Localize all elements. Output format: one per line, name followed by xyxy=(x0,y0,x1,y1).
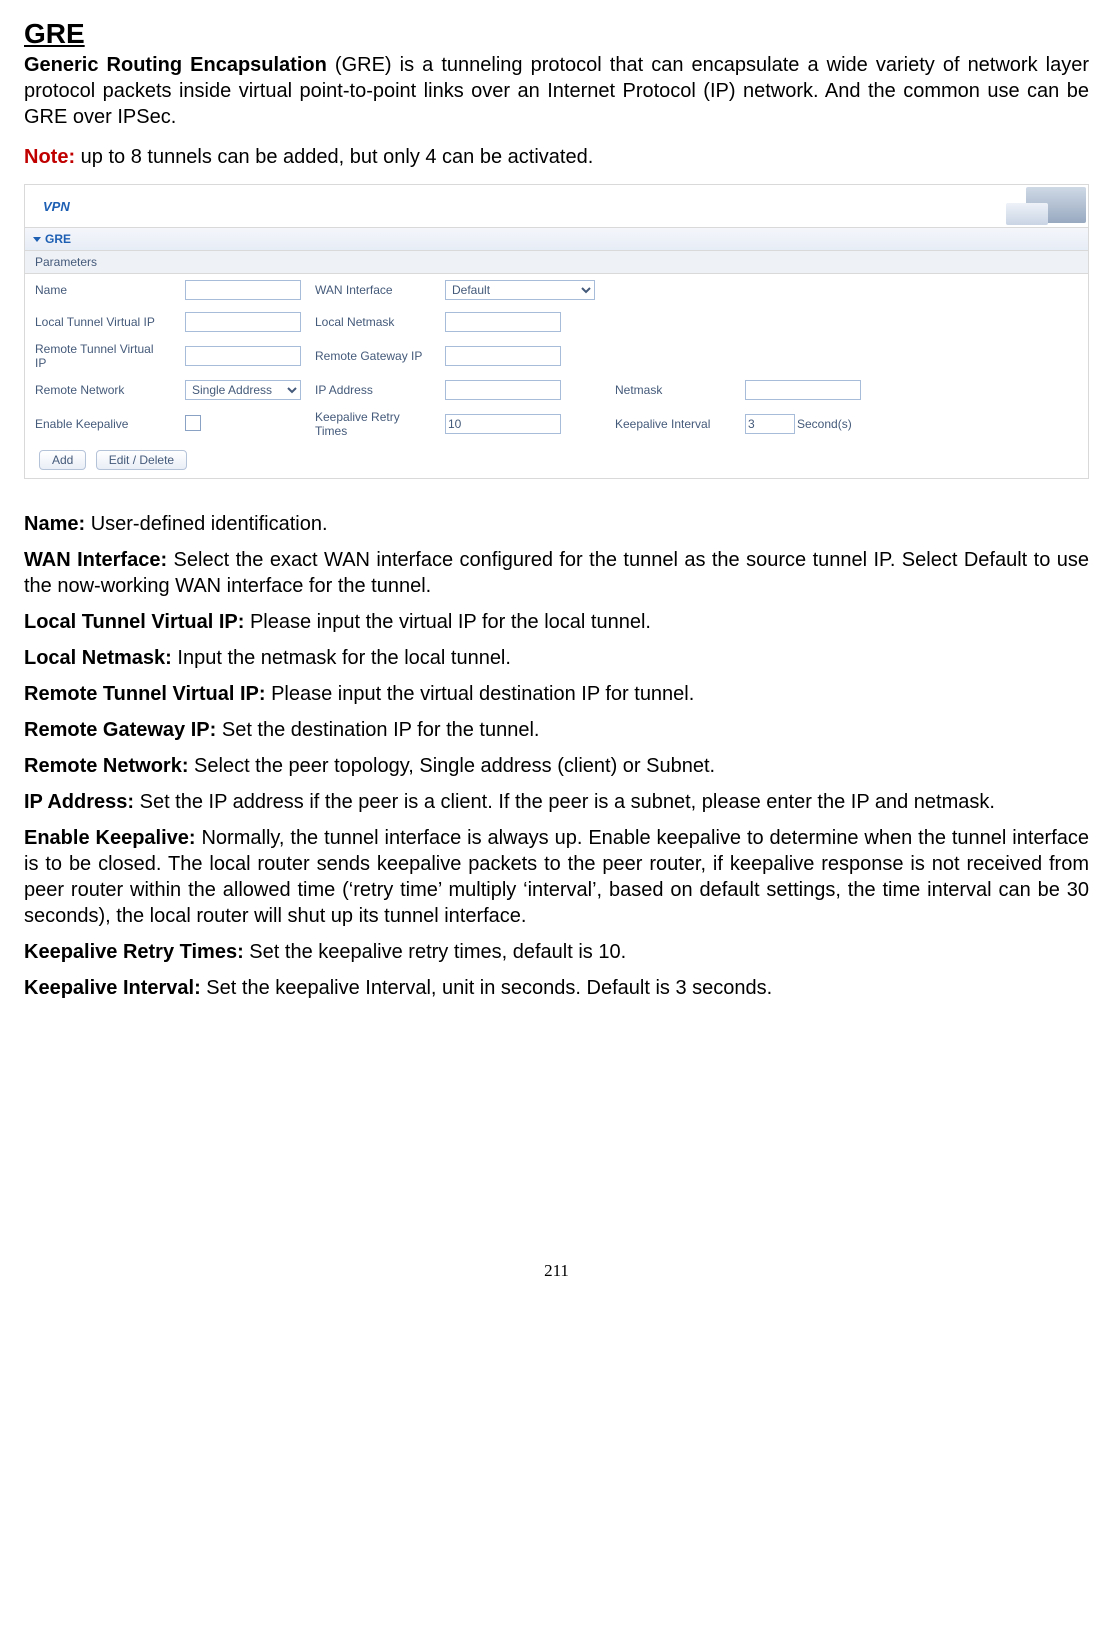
row-name: Name WAN Interface Default xyxy=(25,274,1088,306)
keepalive-retry-field[interactable] xyxy=(445,414,561,434)
desc-remote-network: Remote Network: Select the peer topology… xyxy=(24,753,1089,779)
label-local-tunnel-ip: Local Tunnel Virtual IP xyxy=(25,306,175,338)
local-netmask-field[interactable] xyxy=(445,312,561,332)
intro-paragraph: Generic Routing Encapsulation (GRE) is a… xyxy=(24,52,1089,130)
desc-ip-address: IP Address: Set the IP address if the pe… xyxy=(24,789,1089,815)
label-ip-address: IP Address xyxy=(305,374,435,406)
note-line: Note: up to 8 tunnels can be added, but … xyxy=(24,144,1089,170)
label-netmask: Netmask xyxy=(605,374,735,406)
page-heading: GRE xyxy=(24,18,1089,50)
label-remote-gateway-ip: Remote Gateway IP xyxy=(305,338,435,374)
add-button[interactable]: Add xyxy=(39,450,86,470)
note-text: up to 8 tunnels can be added, but only 4… xyxy=(75,146,593,168)
parameters-header: Parameters xyxy=(25,251,1088,274)
label-name: Name xyxy=(25,274,175,306)
desc-enable-keepalive: Enable Keepalive: Normally, the tunnel i… xyxy=(24,825,1089,929)
desc-name: Name: User-defined identification. xyxy=(24,511,1089,537)
remote-gateway-ip-field[interactable] xyxy=(445,346,561,366)
desc-remote-gateway-ip: Remote Gateway IP: Set the destination I… xyxy=(24,717,1089,743)
local-tunnel-ip-field[interactable] xyxy=(185,312,301,332)
keepalive-interval-field[interactable] xyxy=(745,414,795,434)
label-wan-interface: WAN Interface xyxy=(305,274,435,306)
button-row: Add Edit / Delete xyxy=(25,442,1088,478)
label-keepalive-interval: Keepalive Interval xyxy=(605,406,735,442)
chevron-down-icon xyxy=(33,237,41,242)
seconds-suffix: Second(s) xyxy=(797,417,852,431)
name-field[interactable] xyxy=(185,280,301,300)
descriptions: Name: User-defined identification. WAN I… xyxy=(24,511,1089,1001)
desc-wan-interface: WAN Interface: Select the exact WAN inte… xyxy=(24,547,1089,599)
desc-local-netmask: Local Netmask: Input the netmask for the… xyxy=(24,645,1089,671)
section-label: GRE xyxy=(45,232,71,246)
row-keepalive: Enable Keepalive Keepalive Retry Times K… xyxy=(25,406,1088,442)
panel-header: VPN xyxy=(25,185,1088,228)
row-local-tunnel: Local Tunnel Virtual IP Local Netmask xyxy=(25,306,1088,338)
config-panel: VPN GRE Parameters Name WAN Interface De… xyxy=(24,184,1089,479)
desc-keepalive-retry: Keepalive Retry Times: Set the keepalive… xyxy=(24,939,1089,965)
note-label: Note: xyxy=(24,146,75,168)
label-remote-tunnel-ip: Remote Tunnel Virtual IP xyxy=(25,338,175,374)
panel-title: VPN xyxy=(37,199,70,214)
desc-remote-tunnel-ip: Remote Tunnel Virtual IP: Please input t… xyxy=(24,681,1089,707)
page-number: 211 xyxy=(24,1261,1089,1281)
label-keepalive-retry: Keepalive Retry Times xyxy=(305,406,435,442)
label-remote-network: Remote Network xyxy=(25,374,175,406)
row-remote-tunnel: Remote Tunnel Virtual IP Remote Gateway … xyxy=(25,338,1088,374)
panel-art xyxy=(968,185,1088,227)
netmask-field[interactable] xyxy=(745,380,861,400)
edit-delete-button[interactable]: Edit / Delete xyxy=(96,450,187,470)
remote-network-select[interactable]: Single Address xyxy=(185,380,301,400)
enable-keepalive-checkbox[interactable] xyxy=(185,415,201,431)
intro-bold: Generic Routing Encapsulation xyxy=(24,54,327,76)
desc-local-tunnel-ip: Local Tunnel Virtual IP: Please input th… xyxy=(24,609,1089,635)
section-bar[interactable]: GRE xyxy=(25,228,1088,251)
wan-interface-select[interactable]: Default xyxy=(445,280,595,300)
remote-tunnel-ip-field[interactable] xyxy=(185,346,301,366)
label-enable-keepalive: Enable Keepalive xyxy=(25,406,175,442)
label-local-netmask: Local Netmask xyxy=(305,306,435,338)
ip-address-field[interactable] xyxy=(445,380,561,400)
panel-title-wrap: VPN xyxy=(25,185,70,227)
parameters-table: Name WAN Interface Default Local Tunnel … xyxy=(25,274,1088,442)
desc-keepalive-interval: Keepalive Interval: Set the keepalive In… xyxy=(24,975,1089,1001)
row-remote-network: Remote Network Single Address IP Address… xyxy=(25,374,1088,406)
